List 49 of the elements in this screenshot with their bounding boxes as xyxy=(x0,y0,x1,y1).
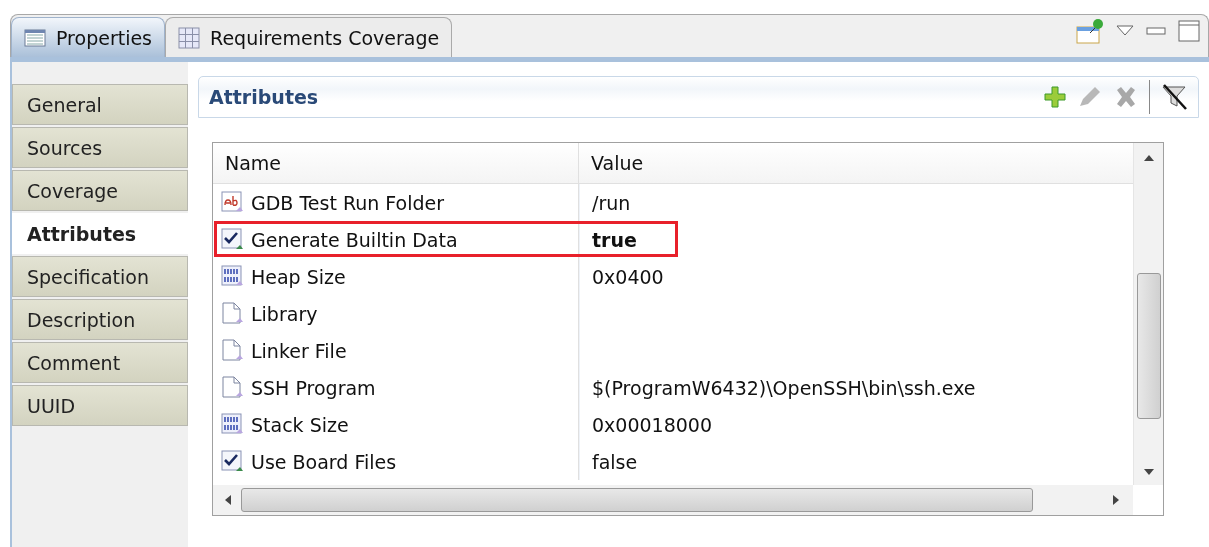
attribute-value: $(ProgramW6432)\OpenSSH\bin\ssh.exe xyxy=(592,376,976,399)
column-header[interactable]: Name xyxy=(213,143,579,183)
minimize-icon[interactable] xyxy=(1146,27,1166,35)
view-tab[interactable]: Properties xyxy=(11,17,166,57)
view-menu-icon[interactable] xyxy=(1116,25,1134,37)
attribute-name: SSH Program xyxy=(251,376,376,399)
pin-icon[interactable] xyxy=(1076,17,1104,45)
attribute-value: 0x0400 xyxy=(592,265,664,288)
scroll-down-icon[interactable] xyxy=(1143,469,1154,475)
scroll-up-icon[interactable] xyxy=(1143,155,1154,161)
attribute-value: true xyxy=(592,228,637,251)
checkbox-icon xyxy=(221,449,245,474)
checkbox-icon xyxy=(221,227,245,252)
view-tab[interactable]: Requirements Coverage xyxy=(165,17,453,57)
binary-icon xyxy=(221,264,245,289)
category-tab[interactable]: Description xyxy=(12,299,188,340)
attribute-name: GDB Test Run Folder xyxy=(251,191,445,214)
filter-off-icon[interactable] xyxy=(1160,83,1188,111)
text-field-icon xyxy=(221,190,245,215)
attribute-name: Generate Builtin Data xyxy=(251,228,458,251)
attribute-name: Heap Size xyxy=(251,265,346,288)
category-tab[interactable]: General xyxy=(12,84,188,125)
vertical-scrollbar[interactable] xyxy=(1133,143,1163,485)
attribute-value: 0x00018000 xyxy=(592,413,713,436)
attribute-value: false xyxy=(592,450,638,473)
add-icon[interactable] xyxy=(1043,85,1067,109)
grid-icon xyxy=(178,26,201,49)
scroll-right-icon[interactable] xyxy=(1113,495,1119,505)
category-tab[interactable]: Sources xyxy=(12,127,188,168)
section-title: Attributes xyxy=(209,86,319,108)
attribute-value: /run xyxy=(592,191,631,214)
category-tab[interactable]: Coverage xyxy=(12,170,188,211)
attribute-name: Stack Size xyxy=(251,413,349,436)
scroll-left-icon[interactable] xyxy=(225,495,231,505)
document-icon xyxy=(221,338,245,363)
binary-icon xyxy=(221,412,245,437)
document-icon xyxy=(221,301,245,326)
column-header[interactable]: Value xyxy=(579,143,656,183)
maximize-icon[interactable] xyxy=(1178,20,1200,42)
category-tab[interactable]: Attributes xyxy=(12,213,188,254)
horizontal-scrollbar[interactable] xyxy=(213,485,1133,515)
document-icon xyxy=(221,375,245,400)
attribute-name: Use Board Files xyxy=(251,450,397,473)
attribute-name: Linker File xyxy=(251,339,347,362)
category-tab[interactable]: Specification xyxy=(12,256,188,297)
category-tab[interactable]: Comment xyxy=(12,342,188,383)
list-icon xyxy=(24,28,46,47)
attribute-name: Library xyxy=(251,302,318,325)
category-tab[interactable]: UUID xyxy=(12,385,188,426)
